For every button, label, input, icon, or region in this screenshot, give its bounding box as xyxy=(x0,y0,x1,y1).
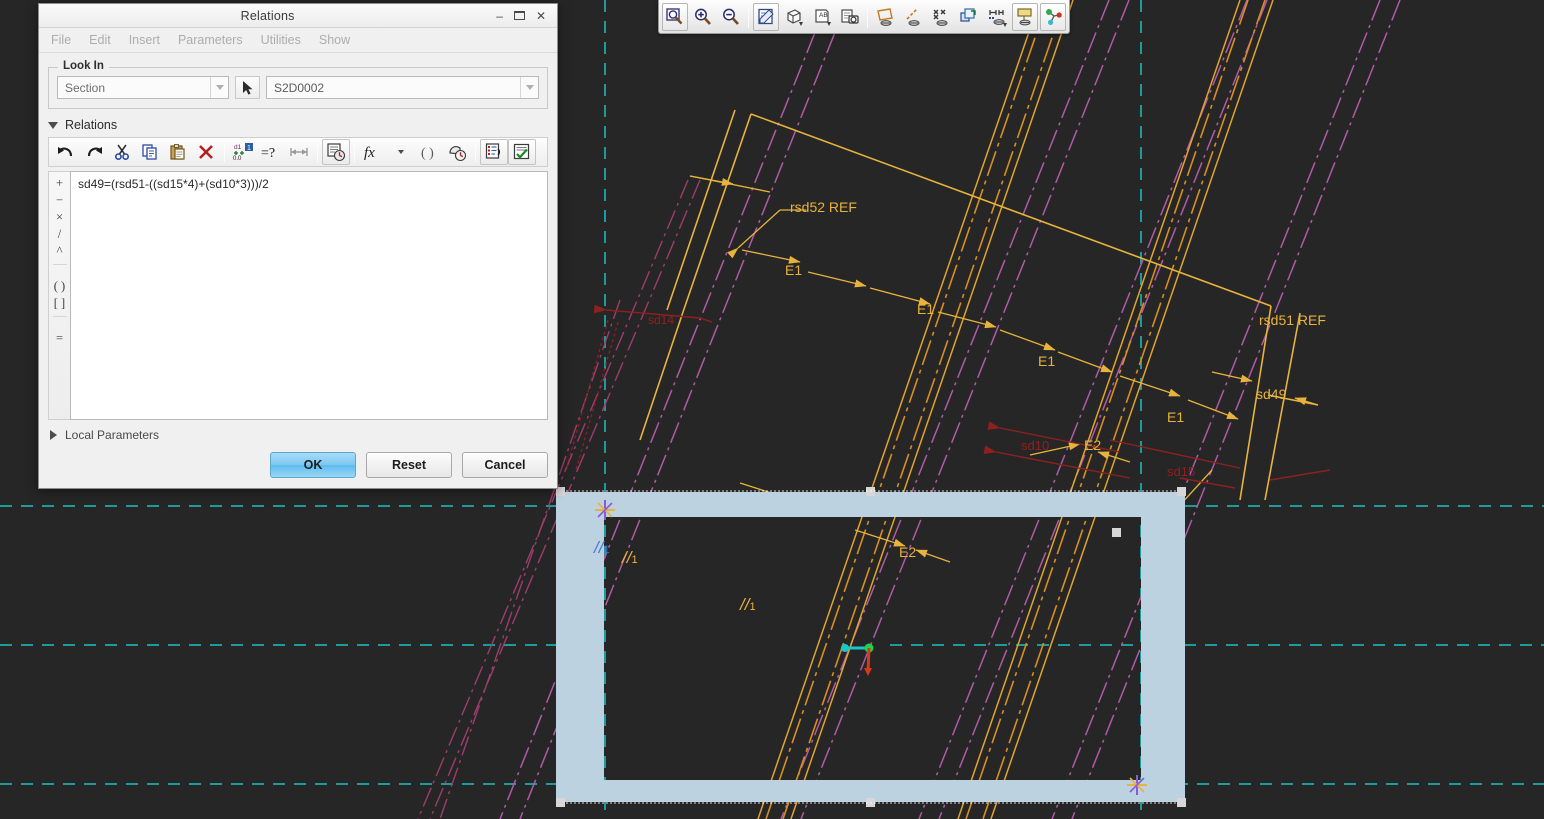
repaint-icon[interactable] xyxy=(753,2,779,31)
chevron-down-icon[interactable] xyxy=(210,77,228,98)
dialog-footer: OK Reset Cancel xyxy=(39,442,557,488)
units-icon[interactable]: ( ) xyxy=(415,139,443,165)
look-in-object-value: S2D0002 xyxy=(274,80,325,95)
menu-file[interactable]: File xyxy=(51,31,83,49)
svg-text:=?: =? xyxy=(261,146,275,161)
view-toolbar[interactable]: AB xyxy=(658,0,1070,34)
switch-dimensions-icon[interactable] xyxy=(285,139,313,165)
operator-rail[interactable]: + − × / ^ ( ) [ ] = xyxy=(48,171,70,420)
svg-text:fx: fx xyxy=(364,145,375,161)
menu-parameters[interactable]: Parameters xyxy=(178,31,255,49)
zoom-in-icon[interactable] xyxy=(690,3,716,31)
relations-editor-wrap: + − × / ^ ( ) [ ] = sd49=(rsd51-((sd15*4… xyxy=(48,171,548,420)
cancel-button[interactable]: Cancel xyxy=(462,452,548,478)
operator-brackets[interactable]: [ ] xyxy=(50,295,70,312)
add-dimension-icon[interactable]: d1 0.0 1 xyxy=(229,139,257,165)
toolbar-separator xyxy=(867,5,868,28)
rail-divider xyxy=(52,316,67,326)
reset-button[interactable]: Reset xyxy=(366,452,452,478)
operator-minus[interactable]: − xyxy=(50,192,70,209)
look-in-type-select[interactable]: Section xyxy=(57,76,229,99)
operator-equals[interactable]: = xyxy=(50,330,70,347)
function-dropdown-icon[interactable] xyxy=(387,139,415,165)
relations-dialog[interactable]: Relations – ✕ File Edit Insert Parameter… xyxy=(38,3,558,489)
menu-edit[interactable]: Edit xyxy=(89,31,123,49)
relations-toolbar[interactable]: d1 0.0 1 =? fx () xyxy=(48,137,548,167)
relations-history-icon[interactable] xyxy=(322,139,350,165)
datum-points-icon[interactable] xyxy=(928,3,954,31)
look-in-object-field[interactable]: S2D0002 xyxy=(266,76,539,99)
toolbar-separator xyxy=(748,5,749,28)
operator-plus[interactable]: + xyxy=(50,175,70,192)
copy-icon[interactable] xyxy=(136,139,164,165)
display-style-icon[interactable] xyxy=(781,3,807,31)
operator-parentheses[interactable]: ( ) xyxy=(50,278,70,295)
sort-relations-icon[interactable] xyxy=(480,139,508,165)
svg-text:0.0: 0.0 xyxy=(233,156,242,162)
zoom-area-icon[interactable] xyxy=(662,2,688,31)
local-parameters-label: Local Parameters xyxy=(65,428,160,442)
ok-button[interactable]: OK xyxy=(270,452,356,478)
relations-section-label: Relations xyxy=(65,118,118,132)
chevron-right-icon[interactable] xyxy=(50,430,57,440)
delete-icon[interactable] xyxy=(192,139,220,165)
toolbar-separator xyxy=(317,142,318,162)
toolbar-separator xyxy=(475,142,476,162)
redo-icon[interactable] xyxy=(80,139,108,165)
operator-power[interactable]: ^ xyxy=(50,243,70,260)
dialog-title: Relations xyxy=(240,8,295,23)
look-in-label: Look In xyxy=(58,60,109,72)
svg-text:1: 1 xyxy=(247,145,251,152)
toolbar-separator xyxy=(224,142,225,162)
annotation-display-icon[interactable]: AB xyxy=(809,3,835,31)
relations-section-header[interactable]: Relations xyxy=(48,118,548,132)
verify-icon[interactable]: =? xyxy=(257,139,285,165)
datum-planes-icon[interactable] xyxy=(872,3,898,31)
relations-editor[interactable]: sd49=(rsd51-((sd15*4)+(sd10*3)))/2 xyxy=(70,171,548,420)
rail-divider xyxy=(52,264,67,274)
svg-text:d1: d1 xyxy=(234,144,242,151)
chevron-down-icon[interactable] xyxy=(520,77,538,98)
function-icon[interactable]: fx xyxy=(359,139,387,165)
cut-icon[interactable] xyxy=(108,139,136,165)
zoom-out-icon[interactable] xyxy=(718,3,744,31)
operator-multiply[interactable]: × xyxy=(50,209,70,226)
select-arrow-icon[interactable] xyxy=(235,76,260,99)
coord-systems-icon[interactable] xyxy=(956,3,982,31)
look-in-row: Section S2D0002 xyxy=(57,76,539,99)
menu-insert[interactable]: Insert xyxy=(129,31,172,49)
toolbar-separator xyxy=(354,142,355,162)
close-icon[interactable]: ✕ xyxy=(536,10,546,22)
spin-center-icon[interactable] xyxy=(1040,2,1066,31)
parameter-history-icon[interactable] xyxy=(443,139,471,165)
maximize-icon[interactable] xyxy=(513,11,525,20)
application-window: rsd52 REF E1 E1 E1 E1 rsd51 REF sd49 E2 E2 sd10 sd… xyxy=(0,0,1544,819)
dialog-body: Look In Section S2D0002 Relations d1 0.0… xyxy=(39,53,557,442)
menu-show[interactable]: Show xyxy=(319,31,362,49)
menu-utilities[interactable]: Utilities xyxy=(261,31,313,49)
window-buttons: – ✕ xyxy=(496,10,557,22)
undo-icon[interactable] xyxy=(52,139,80,165)
execute-icon[interactable] xyxy=(508,139,536,165)
look-in-type-value: Section xyxy=(65,80,106,95)
dimension-display-icon[interactable] xyxy=(984,3,1010,31)
svg-text:( ): ( ) xyxy=(421,146,434,161)
dialog-titlebar[interactable]: Relations – ✕ xyxy=(39,4,557,28)
paste-icon[interactable] xyxy=(164,139,192,165)
saved-views-icon[interactable] xyxy=(837,3,863,31)
svg-text:AB: AB xyxy=(819,12,828,19)
local-parameters-section[interactable]: Local Parameters xyxy=(48,428,548,442)
datum-axes-icon[interactable] xyxy=(900,3,926,31)
chevron-down-icon[interactable] xyxy=(48,121,58,129)
operator-divide[interactable]: / xyxy=(50,226,70,243)
annotation-tag-icon[interactable] xyxy=(1012,2,1038,31)
look-in-group: Look In Section S2D0002 xyxy=(48,60,548,109)
minimize-icon[interactable]: – xyxy=(496,10,503,22)
dialog-menubar[interactable]: File Edit Insert Parameters Utilities Sh… xyxy=(39,28,557,53)
